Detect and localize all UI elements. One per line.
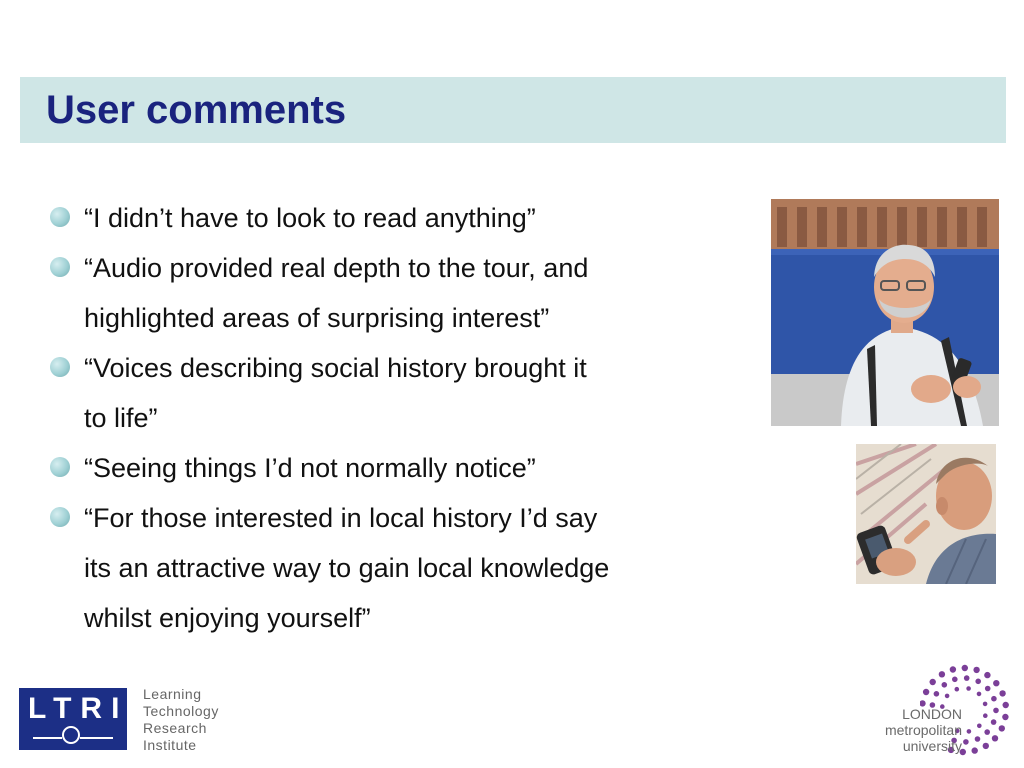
lmu-dot [941, 682, 948, 688]
bullet-icon [50, 257, 70, 277]
comment-line: “Audio provided real depth to the tour, … [84, 253, 589, 283]
comment-item: “For those interested in local history I… [48, 493, 768, 643]
user-photo-street [771, 199, 999, 426]
lmu-dot [991, 695, 997, 702]
lmu-line: metropolitan [884, 722, 962, 738]
bullet-icon [50, 457, 70, 477]
lmu-dot [982, 742, 989, 750]
lmu-dot [963, 739, 969, 745]
bullet-icon [50, 357, 70, 377]
lmu-line: university [902, 738, 962, 754]
lmu-dot [944, 693, 950, 699]
lmu-dot [971, 747, 978, 754]
lmu-dot [954, 686, 960, 692]
ltri-name-line: Technology [143, 703, 219, 719]
lmu-dot [990, 719, 997, 725]
bullet-icon [50, 207, 70, 227]
lmu-dot [952, 676, 958, 683]
lmu-dot [998, 725, 1005, 732]
ltri-rule-right [80, 737, 113, 739]
user-photo-device [856, 444, 996, 584]
lmu-dot [1002, 701, 1009, 709]
comment-item: “Audio provided real depth to the tour, … [48, 243, 768, 343]
comment-line: to life” [84, 403, 158, 433]
ltri-name-line: Research [143, 720, 207, 736]
lmu-dot [984, 685, 991, 692]
lmu-dot [991, 735, 999, 742]
lmu-dot [984, 671, 991, 679]
comment-line: its an attractive way to gain local know… [84, 553, 610, 583]
lmu-dot [966, 686, 971, 691]
lmu-dot [974, 736, 981, 742]
lmu-dot [963, 675, 970, 681]
comment-list: “I didn’t have to look to read anything”… [48, 193, 768, 643]
lmu-dot [933, 691, 940, 697]
ltri-circle-icon [62, 726, 80, 744]
title-band: User comments [20, 77, 1006, 143]
bullet-icon [50, 507, 70, 527]
lmu-dot [993, 680, 1000, 687]
lmu-dot [977, 723, 982, 729]
comment-line: “For those interested in local history I… [84, 503, 598, 533]
comment-line: “I didn’t have to look to read anything” [84, 203, 536, 233]
lmu-dot [949, 666, 957, 673]
lmu-wordmark: LONDON metropolitan university [862, 706, 962, 754]
comment-item: “Seeing things I’d not normally notice” [48, 443, 768, 493]
lmu-dot [975, 678, 981, 685]
lmu-dot [983, 713, 988, 718]
comment-line: “Voices describing social history brough… [84, 353, 587, 383]
lmu-dot [976, 691, 982, 697]
lmu-dot [973, 666, 980, 674]
user-photo-street-illustration [771, 199, 999, 426]
lmu-dot [961, 664, 968, 672]
ltri-rule-left [33, 737, 62, 739]
ltri-name-line: Institute [143, 737, 197, 753]
ltri-logo: LTRI [19, 688, 127, 750]
user-photo-device-illustration [856, 444, 996, 584]
lmu-dot [984, 729, 990, 735]
comment-line: whilst enjoying yourself” [84, 603, 371, 633]
lmu-dot [1002, 713, 1009, 721]
lmu-dot [982, 701, 988, 707]
lmu-dot [999, 690, 1006, 697]
lmu-dot [993, 707, 999, 714]
ltri-full-name: Learning Technology Research Institute [143, 686, 219, 754]
comment-line: highlighted areas of surprising interest… [84, 303, 550, 333]
ltri-name-line: Learning [143, 686, 202, 702]
comment-line: “Seeing things I’d not normally notice” [84, 453, 536, 483]
lmu-dot [966, 729, 972, 734]
comment-item: “Voices describing social history brough… [48, 343, 768, 443]
lmu-dot [929, 678, 936, 686]
slide-title: User comments [46, 88, 347, 132]
lmu-line: LONDON [902, 706, 962, 722]
lmu-dot [938, 671, 946, 678]
comment-item: “I didn’t have to look to read anything” [48, 193, 768, 243]
lmu-dot [922, 688, 930, 696]
ltri-letters: LTRI [28, 692, 129, 725]
